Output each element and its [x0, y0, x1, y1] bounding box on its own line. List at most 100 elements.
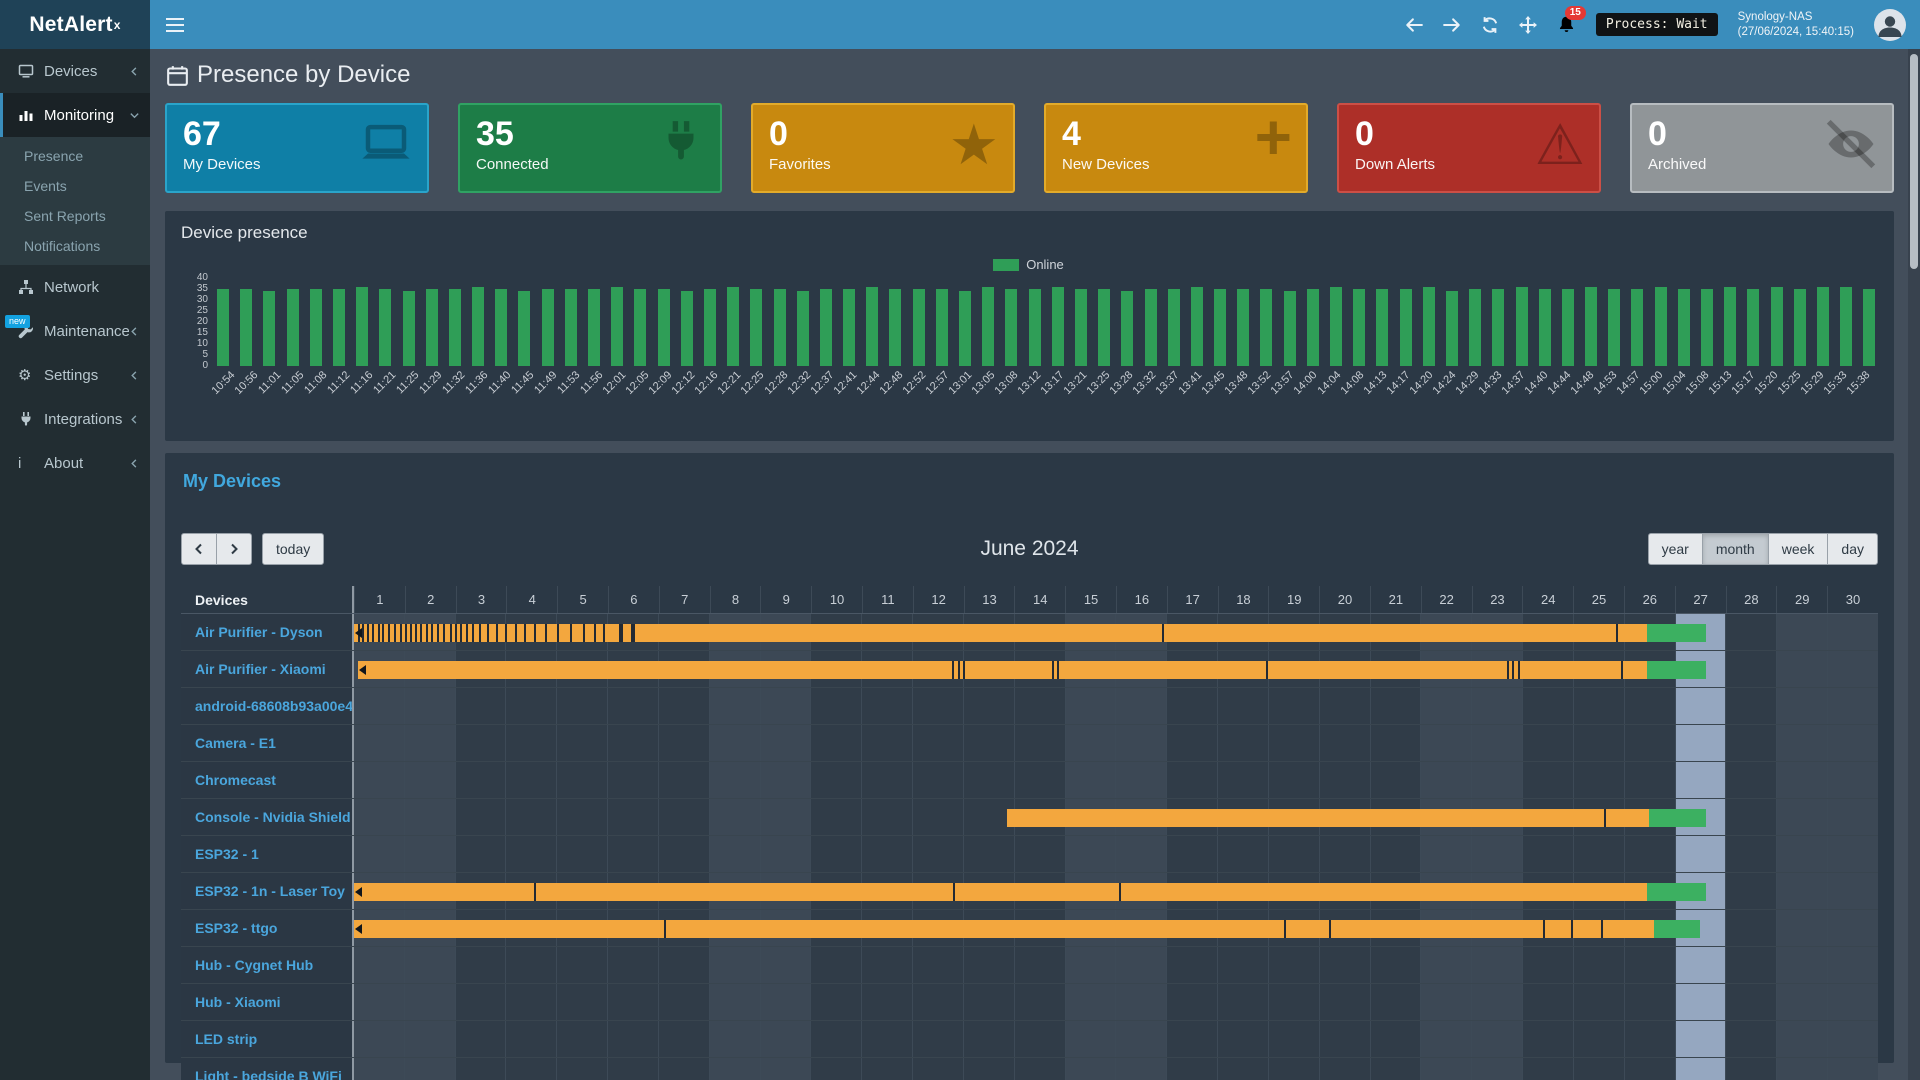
sidebar-item-network[interactable]: Network [0, 265, 150, 309]
day-header: 28 [1726, 586, 1777, 613]
calendar-prev-button[interactable] [181, 533, 217, 565]
timeline-bar-current[interactable] [1649, 809, 1706, 827]
host-time: (27/06/2024, 15:40:15) [1738, 26, 1854, 38]
move-button[interactable] [1519, 16, 1537, 34]
timeline-bar-online[interactable] [1007, 809, 1650, 827]
sidebar-subitem-presence[interactable]: Presence [0, 141, 150, 171]
calendar-day-cell [1776, 614, 1827, 650]
device-name-link[interactable]: Hub - Xiaomi [181, 984, 354, 1020]
stat-card-new-devices[interactable]: 4New Devices+ [1044, 103, 1308, 193]
refresh-button[interactable] [1481, 16, 1499, 34]
calendar-day-cell [1624, 688, 1675, 724]
device-row: Hub - Xiaomi [181, 984, 1878, 1021]
calendar-view-week-button[interactable]: week [1768, 533, 1829, 565]
timeline-bar-current[interactable] [1647, 883, 1706, 901]
calendar-day-cell [1115, 836, 1166, 872]
x-tick-label: 13:08 [992, 369, 1020, 397]
calendar-day-cell [1115, 688, 1166, 724]
avatar-icon [1874, 9, 1906, 41]
device-name-link[interactable]: Camera - E1 [181, 725, 354, 761]
calendar-view-month-button[interactable]: month [1702, 533, 1769, 565]
sidebar-subitem-events[interactable]: Events [0, 171, 150, 201]
timeline-gap-tick [963, 661, 965, 679]
timeline-bar-online[interactable] [354, 920, 1654, 938]
sidebar-item-settings[interactable]: ⚙Settings [0, 353, 150, 397]
calendar-view-year-button[interactable]: year [1648, 533, 1703, 565]
x-tick-label: 13:37 [1154, 369, 1182, 397]
device-timeline-lane [354, 1058, 1878, 1080]
calendar-next-button[interactable] [216, 533, 252, 565]
sidebar-subitem-sent-reports[interactable]: Sent Reports [0, 201, 150, 231]
timeline-gap-tick [378, 624, 380, 642]
sidebar-subitem-notifications[interactable]: Notifications [0, 231, 150, 261]
sidebar-item-devices[interactable]: Devices [0, 49, 150, 93]
x-tick-label: 14:44 [1545, 369, 1573, 397]
nav-back-button[interactable] [1405, 16, 1423, 34]
settings-icon: ⚙ [18, 366, 40, 384]
calendar-day-cell [404, 984, 455, 1020]
timeline-gap-tick [570, 624, 572, 642]
timeline-bar-current[interactable] [1647, 661, 1706, 679]
calendar-day-cell [658, 1021, 709, 1057]
calendar-day-cell [963, 984, 1014, 1020]
calendar-day-cell [556, 836, 607, 872]
x-tick-label: 14:33 [1476, 369, 1504, 397]
presence-bar [1098, 289, 1110, 366]
timeline-gap-tick [1604, 809, 1606, 827]
stat-card-my-devices[interactable]: 67My Devices [165, 103, 429, 193]
x-tick-label: 14:20 [1407, 369, 1435, 397]
x-tick-label: 13:21 [1062, 369, 1090, 397]
device-name-link[interactable]: Console - Nvidia Shield TV [181, 799, 354, 835]
timeline-bar-online[interactable] [354, 883, 1647, 901]
x-tick-label: 15:17 [1730, 369, 1758, 397]
calendar-day-cell [404, 947, 455, 983]
calendar-day-cell [404, 725, 455, 761]
chart-title: Device presence [181, 223, 1876, 243]
sidebar-item-maintenance[interactable]: newMaintenance [0, 309, 150, 353]
calendar-view-day-button[interactable]: day [1827, 533, 1878, 565]
stat-card-down-alerts[interactable]: 0Down Alerts⚠ [1337, 103, 1601, 193]
host-name: Synology-NAS [1738, 11, 1813, 23]
calendar-today-button[interactable]: today [262, 533, 324, 565]
scrollbar-thumb[interactable] [1910, 54, 1918, 269]
user-avatar[interactable] [1874, 9, 1906, 41]
calendar-day-cell [1776, 1021, 1827, 1057]
device-name-link[interactable]: ESP32 - 1n - Laser Toy [181, 873, 354, 909]
x-tick-label: 15:29 [1799, 369, 1827, 397]
device-name-link[interactable]: Chromecast [181, 762, 354, 798]
timeline-bar-current[interactable] [1647, 624, 1706, 642]
device-name-link[interactable]: ESP32 - 1 [181, 836, 354, 872]
stat-card-favorites[interactable]: 0Favorites★ [751, 103, 1015, 193]
device-name-link[interactable]: LED strip [181, 1021, 354, 1057]
presence-bar [1191, 287, 1203, 366]
device-name-link[interactable]: Air Purifier - Xiaomi [181, 651, 354, 687]
device-name-link[interactable]: Air Purifier - Dyson [181, 614, 354, 650]
calendar-day-cell [1624, 836, 1675, 872]
sidebar-item-integrations[interactable]: Integrations [0, 397, 150, 441]
timeline-bar-current[interactable] [1654, 920, 1700, 938]
sidebar-item-about[interactable]: iAbout [0, 441, 150, 485]
timeline-bar-online[interactable] [358, 661, 1647, 679]
x-tick-label: 13:25 [1085, 369, 1113, 397]
sidebar-toggle-button[interactable] [166, 18, 184, 32]
nav-forward-button[interactable] [1443, 16, 1461, 34]
timeline-bar-online[interactable] [354, 624, 1647, 642]
calendar-day-cell [709, 1021, 760, 1057]
app-logo[interactable]: NetAlertx [0, 0, 150, 49]
stat-card-connected[interactable]: 35Connected [458, 103, 722, 193]
calendar-day-cell [455, 836, 506, 872]
device-name-link[interactable]: android-68608b93a00e4 [181, 688, 354, 724]
page-scrollbar[interactable] [1908, 49, 1920, 1080]
device-name-link[interactable]: Hub - Cygnet Hub [181, 947, 354, 983]
stat-card-archived[interactable]: 0Archived [1630, 103, 1894, 193]
timeline-continues-left-icon [355, 887, 362, 897]
notifications-button[interactable]: 15 [1557, 15, 1576, 34]
sidebar-item-monitoring[interactable]: Monitoring [0, 93, 150, 137]
device-row: Air Purifier - Xiaomi [181, 651, 1878, 688]
x-tick-label: 14:04 [1315, 369, 1343, 397]
device-name-link[interactable]: ESP32 - ttgo [181, 910, 354, 946]
x-tick-label: 11:16 [348, 369, 375, 396]
device-name-link[interactable]: Light - bedside B WiFi [181, 1058, 354, 1080]
presence-bar [1237, 289, 1249, 366]
calendar-day-cell [505, 688, 556, 724]
